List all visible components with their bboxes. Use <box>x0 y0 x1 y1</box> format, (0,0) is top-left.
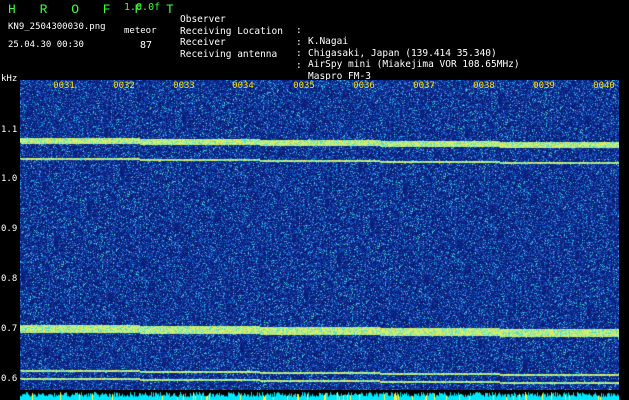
meteor-label: meteor <box>124 26 157 36</box>
spectrogram-plot <box>20 80 619 392</box>
info-row-location: Receiving Location : Chigasaki, Japan (1… <box>180 15 620 59</box>
x-tick-label: 0031 <box>53 81 75 91</box>
y-tick-label: 0.7 <box>1 324 18 334</box>
x-tick-label: 0037 <box>413 81 435 91</box>
info-value: AirSpy mini (Miakejima VOR 108.65MHz) <box>308 59 520 71</box>
y-axis-unit: kHz <box>1 74 18 84</box>
filename-label: KN9_2504300030.png <box>8 22 106 32</box>
spectrogram-canvas <box>20 80 619 392</box>
x-tick-label: 0034 <box>232 81 254 91</box>
y-tick-label: 0.6 <box>1 374 18 384</box>
x-tick-label: 0038 <box>473 81 495 91</box>
info-separator: : <box>296 60 302 72</box>
datetime-label: 25.04.30 00:30 <box>8 40 84 50</box>
x-tick-label: 0033 <box>173 81 195 91</box>
info-separator: : <box>296 48 302 60</box>
signal-level-strip <box>20 390 619 400</box>
info-row-antenna: Receiving antenna : Maspro FM-3 <box>180 38 620 82</box>
info-row-receiver: Receiver : AirSpy mini (Miakejima VOR 10… <box>180 26 620 70</box>
y-tick-label: 1.1 <box>1 125 18 135</box>
y-tick-label: 0.9 <box>1 224 18 234</box>
header-panel: H R O F F T 1.0.0f KN9_2504300030.png me… <box>0 0 629 82</box>
station-info-table: Observer : K.Nagai Receiving Location : … <box>180 3 620 82</box>
x-tick-label: 0035 <box>293 81 315 91</box>
signal-level-canvas <box>20 390 619 400</box>
x-tick-label: 0039 <box>533 81 555 91</box>
x-tick-label: 0032 <box>113 81 135 91</box>
info-row-observer: Observer : K.Nagai <box>180 3 620 47</box>
x-tick-label: 0040 <box>593 81 615 91</box>
y-tick-label: 0.8 <box>1 274 18 284</box>
meteor-count: 87 <box>140 40 153 51</box>
x-tick-label: 0036 <box>353 81 375 91</box>
version-label: 1.0.0f <box>124 2 161 13</box>
info-label: Receiving antenna <box>180 49 278 61</box>
y-tick-label: 1.0 <box>1 174 18 184</box>
